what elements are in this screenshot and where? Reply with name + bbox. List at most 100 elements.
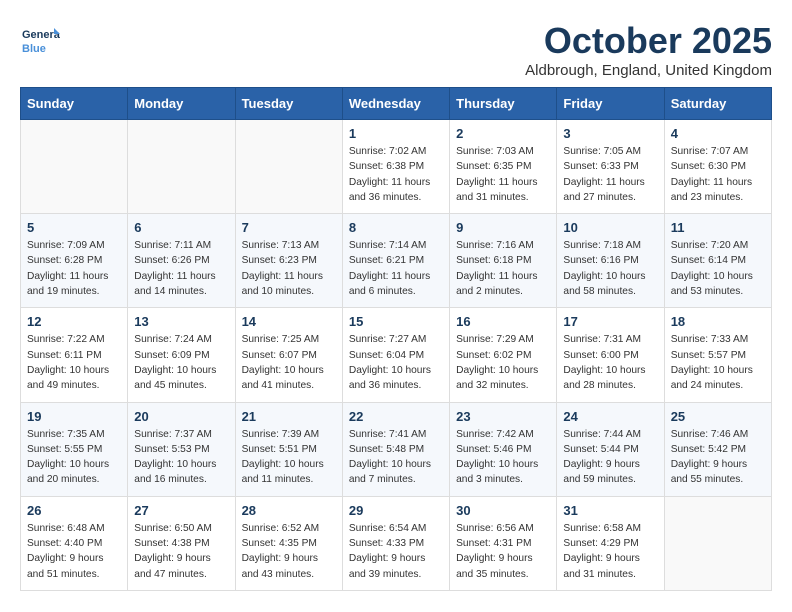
daylight-text: Daylight: 10 hours and 36 minutes. [349, 365, 431, 391]
daylight-text: Daylight: 10 hours and 28 minutes. [563, 365, 645, 391]
table-row: 3 Sunrise: 7:05 AM Sunset: 6:33 PM Dayli… [557, 120, 664, 214]
day-info: Sunrise: 7:16 AM Sunset: 6:18 PM Dayligh… [456, 238, 550, 299]
sunset-text: Sunset: 6:18 PM [456, 255, 531, 266]
day-number: 11 [671, 220, 765, 235]
day-info: Sunrise: 7:22 AM Sunset: 6:11 PM Dayligh… [27, 332, 121, 393]
sunset-text: Sunset: 4:29 PM [563, 538, 638, 549]
sunrise-text: Sunrise: 7:22 AM [27, 334, 105, 345]
day-info: Sunrise: 7:20 AM Sunset: 6:14 PM Dayligh… [671, 238, 765, 299]
sunrise-text: Sunrise: 7:29 AM [456, 334, 534, 345]
header-sunday: Sunday [21, 88, 128, 120]
sunset-text: Sunset: 6:38 PM [349, 161, 424, 172]
table-row: 1 Sunrise: 7:02 AM Sunset: 6:38 PM Dayli… [342, 120, 449, 214]
day-number: 7 [242, 220, 336, 235]
daylight-text: Daylight: 11 hours and 19 minutes. [27, 271, 108, 297]
sunrise-text: Sunrise: 7:13 AM [242, 240, 320, 251]
calendar: Sunday Monday Tuesday Wednesday Thursday… [20, 87, 772, 591]
table-row [664, 496, 771, 590]
daylight-text: Daylight: 10 hours and 11 minutes. [242, 459, 324, 485]
day-info: Sunrise: 7:33 AM Sunset: 5:57 PM Dayligh… [671, 332, 765, 393]
table-row: 4 Sunrise: 7:07 AM Sunset: 6:30 PM Dayli… [664, 120, 771, 214]
calendar-week-row: 1 Sunrise: 7:02 AM Sunset: 6:38 PM Dayli… [21, 120, 772, 214]
daylight-text: Daylight: 9 hours and 35 minutes. [456, 553, 532, 579]
sunrise-text: Sunrise: 6:54 AM [349, 523, 427, 534]
daylight-text: Daylight: 10 hours and 45 minutes. [134, 365, 216, 391]
sunset-text: Sunset: 6:14 PM [671, 255, 746, 266]
day-number: 22 [349, 409, 443, 424]
day-info: Sunrise: 6:56 AM Sunset: 4:31 PM Dayligh… [456, 521, 550, 582]
day-number: 29 [349, 503, 443, 518]
sunset-text: Sunset: 5:46 PM [456, 444, 531, 455]
sunrise-text: Sunrise: 7:20 AM [671, 240, 749, 251]
day-number: 4 [671, 126, 765, 141]
sunset-text: Sunset: 6:16 PM [563, 255, 638, 266]
sunset-text: Sunset: 6:11 PM [27, 350, 102, 361]
daylight-text: Daylight: 10 hours and 24 minutes. [671, 365, 753, 391]
sunrise-text: Sunrise: 7:18 AM [563, 240, 641, 251]
sunrise-text: Sunrise: 7:07 AM [671, 146, 749, 157]
sunset-text: Sunset: 6:30 PM [671, 161, 746, 172]
day-info: Sunrise: 7:42 AM Sunset: 5:46 PM Dayligh… [456, 427, 550, 488]
table-row: 23 Sunrise: 7:42 AM Sunset: 5:46 PM Dayl… [450, 402, 557, 496]
day-info: Sunrise: 6:54 AM Sunset: 4:33 PM Dayligh… [349, 521, 443, 582]
table-row: 12 Sunrise: 7:22 AM Sunset: 6:11 PM Dayl… [21, 308, 128, 402]
sunset-text: Sunset: 6:07 PM [242, 350, 317, 361]
table-row: 20 Sunrise: 7:37 AM Sunset: 5:53 PM Dayl… [128, 402, 235, 496]
table-row: 31 Sunrise: 6:58 AM Sunset: 4:29 PM Dayl… [557, 496, 664, 590]
table-row: 30 Sunrise: 6:56 AM Sunset: 4:31 PM Dayl… [450, 496, 557, 590]
day-number: 23 [456, 409, 550, 424]
sunrise-text: Sunrise: 7:24 AM [134, 334, 212, 345]
daylight-text: Daylight: 10 hours and 41 minutes. [242, 365, 324, 391]
table-row [235, 120, 342, 214]
day-number: 2 [456, 126, 550, 141]
daylight-text: Daylight: 10 hours and 7 minutes. [349, 459, 431, 485]
table-row: 27 Sunrise: 6:50 AM Sunset: 4:38 PM Dayl… [128, 496, 235, 590]
day-number: 25 [671, 409, 765, 424]
day-number: 6 [134, 220, 228, 235]
day-number: 13 [134, 314, 228, 329]
table-row: 10 Sunrise: 7:18 AM Sunset: 6:16 PM Dayl… [557, 214, 664, 308]
day-info: Sunrise: 7:14 AM Sunset: 6:21 PM Dayligh… [349, 238, 443, 299]
table-row: 21 Sunrise: 7:39 AM Sunset: 5:51 PM Dayl… [235, 402, 342, 496]
day-info: Sunrise: 7:27 AM Sunset: 6:04 PM Dayligh… [349, 332, 443, 393]
sunrise-text: Sunrise: 7:14 AM [349, 240, 427, 251]
day-info: Sunrise: 7:35 AM Sunset: 5:55 PM Dayligh… [27, 427, 121, 488]
sunset-text: Sunset: 5:42 PM [671, 444, 746, 455]
sunrise-text: Sunrise: 7:25 AM [242, 334, 320, 345]
day-info: Sunrise: 6:58 AM Sunset: 4:29 PM Dayligh… [563, 521, 657, 582]
daylight-text: Daylight: 11 hours and 2 minutes. [456, 271, 537, 297]
day-number: 18 [671, 314, 765, 329]
table-row: 25 Sunrise: 7:46 AM Sunset: 5:42 PM Dayl… [664, 402, 771, 496]
sunrise-text: Sunrise: 7:03 AM [456, 146, 534, 157]
daylight-text: Daylight: 9 hours and 55 minutes. [671, 459, 747, 485]
day-info: Sunrise: 7:46 AM Sunset: 5:42 PM Dayligh… [671, 427, 765, 488]
sunrise-text: Sunrise: 7:05 AM [563, 146, 641, 157]
sunrise-text: Sunrise: 7:39 AM [242, 429, 320, 440]
day-info: Sunrise: 7:11 AM Sunset: 6:26 PM Dayligh… [134, 238, 228, 299]
daylight-text: Daylight: 11 hours and 10 minutes. [242, 271, 323, 297]
table-row: 15 Sunrise: 7:27 AM Sunset: 6:04 PM Dayl… [342, 308, 449, 402]
table-row: 5 Sunrise: 7:09 AM Sunset: 6:28 PM Dayli… [21, 214, 128, 308]
sunset-text: Sunset: 5:51 PM [242, 444, 317, 455]
day-info: Sunrise: 7:44 AM Sunset: 5:44 PM Dayligh… [563, 427, 657, 488]
daylight-text: Daylight: 11 hours and 36 minutes. [349, 177, 430, 203]
daylight-text: Daylight: 11 hours and 6 minutes. [349, 271, 430, 297]
table-row: 14 Sunrise: 7:25 AM Sunset: 6:07 PM Dayl… [235, 308, 342, 402]
day-info: Sunrise: 7:03 AM Sunset: 6:35 PM Dayligh… [456, 144, 550, 205]
day-number: 26 [27, 503, 121, 518]
sunset-text: Sunset: 5:57 PM [671, 350, 746, 361]
sunrise-text: Sunrise: 6:50 AM [134, 523, 212, 534]
day-info: Sunrise: 7:29 AM Sunset: 6:02 PM Dayligh… [456, 332, 550, 393]
daylight-text: Daylight: 10 hours and 49 minutes. [27, 365, 109, 391]
day-number: 17 [563, 314, 657, 329]
sunset-text: Sunset: 4:40 PM [27, 538, 102, 549]
daylight-text: Daylight: 9 hours and 39 minutes. [349, 553, 425, 579]
day-info: Sunrise: 6:52 AM Sunset: 4:35 PM Dayligh… [242, 521, 336, 582]
day-info: Sunrise: 7:37 AM Sunset: 5:53 PM Dayligh… [134, 427, 228, 488]
table-row: 28 Sunrise: 6:52 AM Sunset: 4:35 PM Dayl… [235, 496, 342, 590]
table-row: 6 Sunrise: 7:11 AM Sunset: 6:26 PM Dayli… [128, 214, 235, 308]
table-row: 16 Sunrise: 7:29 AM Sunset: 6:02 PM Dayl… [450, 308, 557, 402]
table-row: 8 Sunrise: 7:14 AM Sunset: 6:21 PM Dayli… [342, 214, 449, 308]
day-info: Sunrise: 7:25 AM Sunset: 6:07 PM Dayligh… [242, 332, 336, 393]
location-title: Aldbrough, England, United Kingdom [525, 62, 772, 79]
